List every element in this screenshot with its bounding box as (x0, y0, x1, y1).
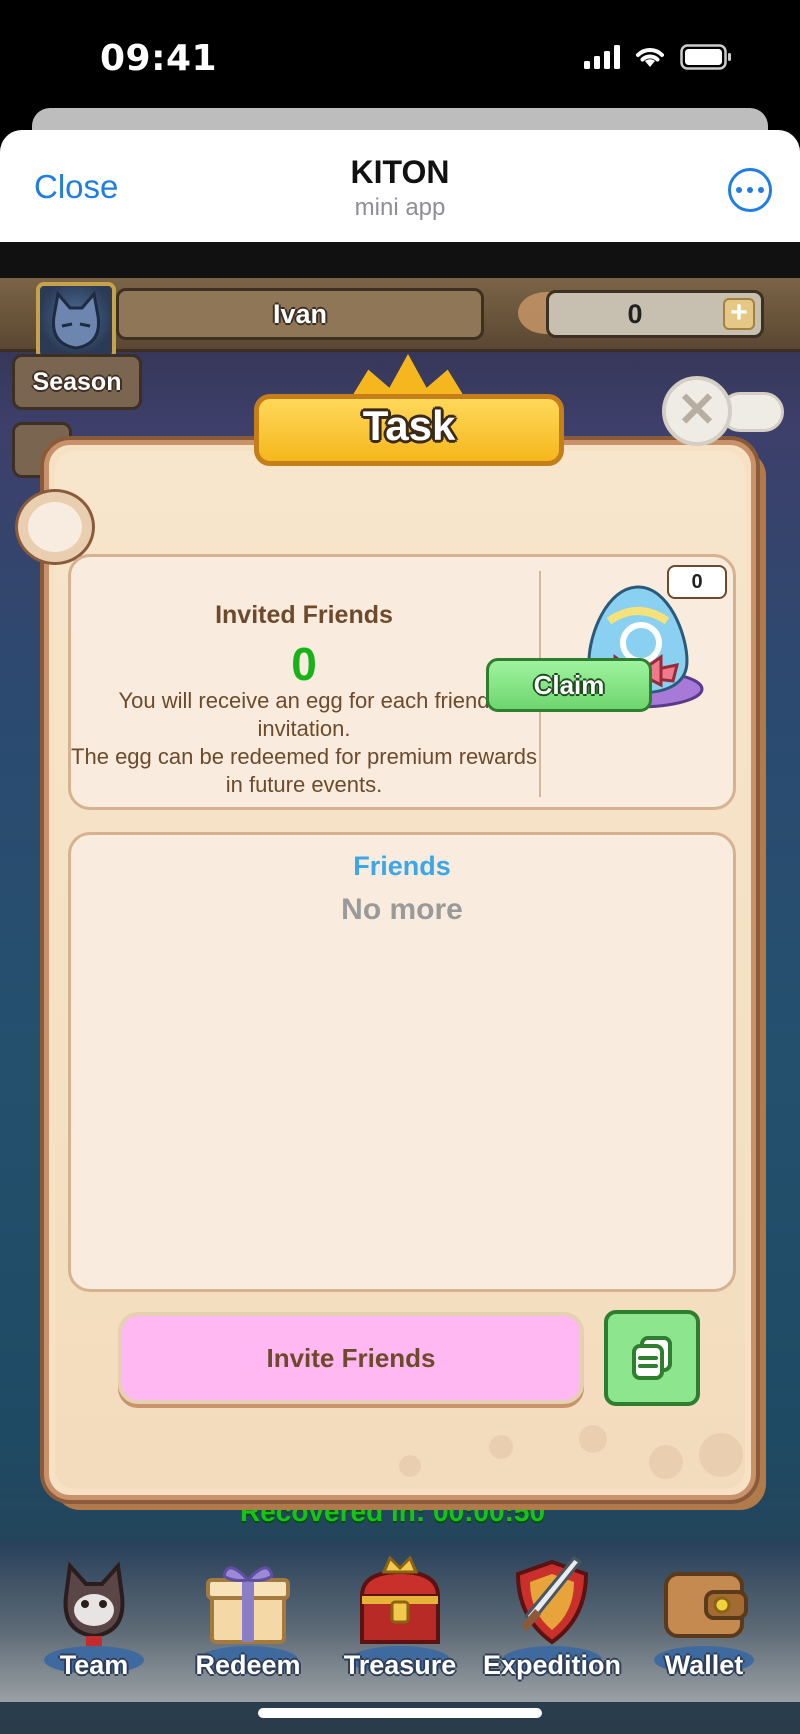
treasure-chest-icon (359, 1555, 441, 1644)
nav-expedition[interactable]: Expedition (482, 1542, 622, 1702)
season-tab[interactable]: Season (12, 354, 142, 410)
app-subtitle: mini app (354, 194, 446, 221)
close-modal-button[interactable]: ✕ (662, 376, 732, 446)
status-bar: 09:41 (0, 0, 800, 110)
paw-decoration (699, 1433, 743, 1477)
more-dot-icon (758, 187, 764, 193)
cat-avatar-icon (51, 290, 101, 350)
bottom-nav: Team Redeem Treasure Expedition Wallet (0, 1542, 800, 1702)
task-title: Task (362, 402, 456, 449)
game-area: Ivan 0 + Season Recovered in: 00:00:50 T… (0, 242, 800, 1734)
player-name: Ivan (116, 288, 484, 340)
home-indicator (258, 1708, 542, 1718)
nav-wallet[interactable]: Wallet (634, 1542, 774, 1702)
nav-label: Treasure (343, 1650, 457, 1680)
app-title: KITON (350, 154, 450, 190)
invited-friends-title: Invited Friends (215, 601, 393, 629)
description-line: The egg can be redeemed for premium rewa… (71, 744, 537, 797)
miniapp-header: Close KITON mini app (0, 130, 800, 242)
nav-label: Wallet (664, 1650, 744, 1680)
claim-button[interactable]: Claim (486, 658, 652, 712)
nav-label: Expedition (482, 1650, 621, 1680)
wallet-icon (664, 1572, 748, 1638)
friends-empty-state: No more (341, 893, 463, 926)
more-dot-icon (736, 187, 742, 193)
friends-title: Friends (353, 851, 451, 881)
player-bar: Ivan 0 + (0, 278, 800, 360)
invited-friends-count: 0 (291, 638, 317, 690)
friends-list-card: Friends No more (68, 832, 736, 1292)
close-icon: ✕ (676, 384, 718, 437)
currency-value: 0 (627, 299, 643, 329)
paw-decoration (649, 1445, 683, 1479)
wifi-icon (636, 48, 664, 67)
nav-label: Redeem (195, 1650, 301, 1680)
scroll-curl-decoration (18, 492, 92, 562)
status-icons (584, 44, 732, 70)
signal-icon (584, 45, 620, 69)
paw-decoration (579, 1425, 607, 1453)
game-top-strip (0, 242, 800, 278)
gift-box-icon (206, 1566, 290, 1644)
recovery-timer: Recovered in: 00:00:50 (240, 1496, 546, 1527)
egg-count-badge: 0 (667, 565, 727, 599)
battery-icon (680, 44, 731, 70)
nav-treasure[interactable]: Treasure (330, 1542, 470, 1702)
currency-display: 0 + (546, 290, 764, 338)
sword-shield-icon (515, 1556, 589, 1645)
paw-decoration (399, 1455, 421, 1477)
add-currency-button[interactable]: + (723, 298, 755, 330)
invite-friends-button[interactable]: Invite Friends (118, 1312, 584, 1404)
copy-link-button[interactable] (604, 1310, 700, 1406)
cat-hero-icon (63, 1561, 125, 1646)
paw-decoration (489, 1435, 513, 1459)
nav-team[interactable]: Team (24, 1542, 164, 1702)
more-dot-icon (747, 187, 753, 193)
description-line: You will receive an egg for each friend … (118, 688, 490, 741)
status-time: 09:41 (100, 38, 218, 79)
invited-friends-description: You will receive an egg for each friend … (71, 687, 537, 799)
nav-label: Team (59, 1650, 129, 1680)
nav-redeem[interactable]: Redeem (178, 1542, 318, 1702)
player-avatar[interactable] (36, 282, 116, 360)
more-options-button[interactable] (728, 168, 772, 212)
copy-icon (632, 1336, 672, 1380)
